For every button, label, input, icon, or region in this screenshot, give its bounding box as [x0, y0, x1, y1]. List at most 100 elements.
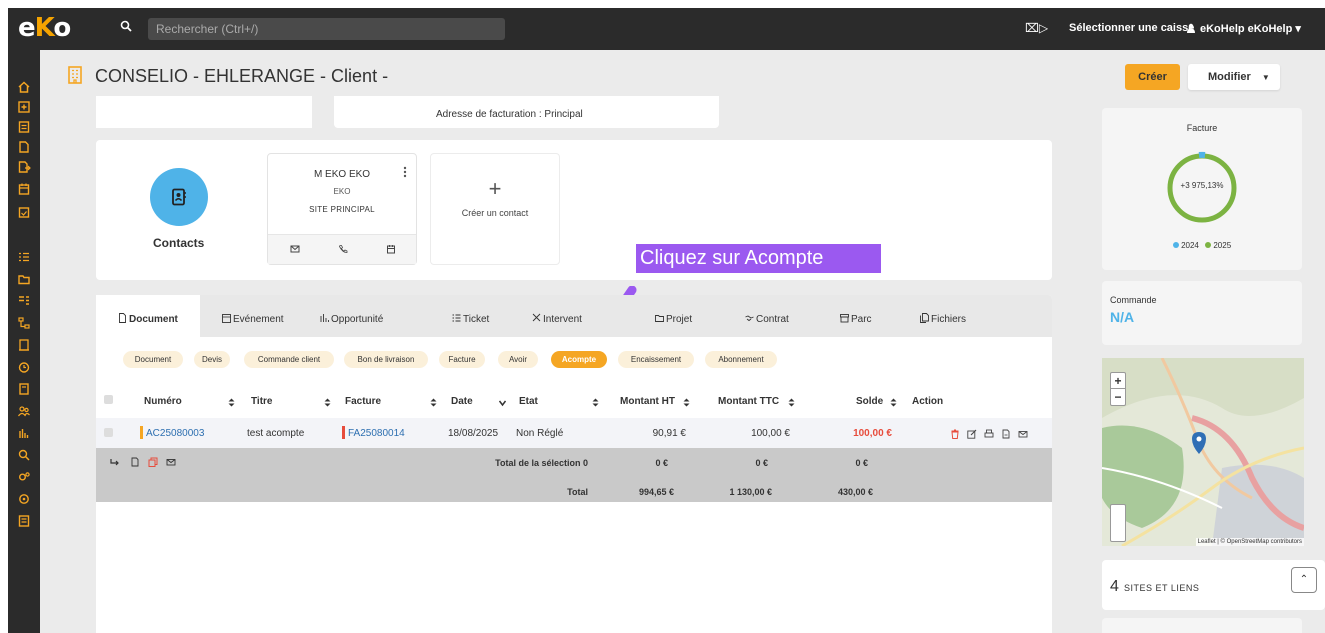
pdf-icon[interactable] [130, 457, 140, 467]
create-button[interactable]: Créer [1125, 64, 1180, 90]
scroll-up-button[interactable]: ⌃ [1291, 567, 1317, 593]
filter-document[interactable]: Document [123, 351, 183, 368]
filter-facture[interactable]: Facture [439, 351, 485, 368]
print-icon[interactable] [984, 429, 994, 439]
mail-icon[interactable] [166, 457, 176, 467]
calculator-icon[interactable] [17, 382, 31, 396]
cash-register-icon[interactable]: ⌧▷ [1025, 21, 1048, 35]
filter-acompte[interactable]: Acompte [551, 351, 607, 368]
folder-icon[interactable] [17, 272, 31, 286]
tab-fichiers[interactable]: Fichiers [920, 295, 990, 337]
top-bar: eKo Rechercher (Ctrl+/) ⌧▷ Sélectionner … [8, 8, 1325, 50]
app-logo[interactable]: eKo [18, 13, 71, 43]
search-icon[interactable] [120, 20, 132, 32]
col-date[interactable]: Date [451, 396, 473, 407]
list-box-icon[interactable] [17, 120, 31, 134]
tab-projet[interactable]: Projet [655, 295, 725, 337]
team-icon[interactable] [17, 404, 31, 418]
tab-intervention[interactable]: Intervent [532, 295, 602, 337]
tab-document-label: Document [129, 314, 178, 325]
calendar-icon[interactable] [386, 244, 396, 254]
create-contact-card[interactable]: + Créer un contact [430, 153, 560, 265]
sort-icon[interactable] [324, 398, 331, 407]
col-titre[interactable]: Titre [251, 396, 273, 407]
sort-icon[interactable] [788, 398, 795, 407]
filter-abonnement[interactable]: Abonnement [705, 351, 777, 368]
gear-icon[interactable] [17, 492, 31, 506]
tab-ticket[interactable]: Ticket [452, 295, 522, 337]
legend-2025: 2025 [1213, 241, 1232, 250]
row-numero-link[interactable]: AC25080003 [146, 428, 204, 439]
sort-icon[interactable] [592, 398, 599, 407]
tab-opportunite[interactable]: Opportunité [320, 295, 420, 337]
row-checkbox[interactable] [104, 428, 113, 437]
table-row[interactable] [96, 418, 1052, 448]
col-numero[interactable]: Numéro [144, 396, 182, 407]
sort-icon[interactable] [228, 398, 235, 407]
pdf-icon[interactable] [1001, 429, 1011, 439]
select-all-checkbox[interactable] [104, 395, 113, 404]
map-layer-button[interactable] [1110, 504, 1126, 542]
filter-bon-de-livraison[interactable]: Bon de livraison [344, 351, 428, 368]
edit-icon[interactable] [967, 429, 977, 439]
building-icon[interactable] [17, 338, 31, 352]
add-box-icon[interactable] [17, 100, 31, 114]
contact-card[interactable]: M EKO EKO EKO SITE PRINCIPAL [267, 153, 417, 265]
user-menu[interactable]: eKoHelp eKoHelp ▾ [1186, 22, 1301, 35]
facture-growth-value: +3 975,13% [1180, 181, 1224, 190]
phone-icon[interactable] [338, 244, 348, 254]
tab-contrat[interactable]: Contrat [745, 295, 815, 337]
calendar-icon[interactable] [17, 182, 31, 196]
tab-evenement[interactable]: Evénement [222, 295, 312, 337]
stats-icon[interactable] [17, 426, 31, 440]
col-montant-ttc[interactable]: Montant TTC [718, 396, 779, 407]
zoom-in-button[interactable]: + [1111, 373, 1125, 389]
map-attribution[interactable]: Leaflet | © OpenStreetMap contributors [1195, 538, 1304, 546]
filter-devis[interactable]: Devis [194, 351, 230, 368]
delete-icon[interactable] [950, 429, 960, 439]
facture-widget: Facture +3 975,13% 2024 2025 [1102, 108, 1302, 270]
hierarchy-icon[interactable] [17, 316, 31, 330]
building-icon [68, 66, 82, 84]
tab-document[interactable]: Document [96, 295, 200, 337]
row-facture-link[interactable]: FA25080014 [348, 428, 405, 439]
bulk-action-icon[interactable] [110, 457, 120, 467]
map-zoom-controls[interactable]: + − [1110, 372, 1126, 406]
select-caisse-button[interactable]: Sélectionner une caisse [1069, 22, 1194, 34]
sort-icon[interactable] [430, 398, 437, 407]
search-nav-icon[interactable] [17, 448, 31, 462]
tab-parc[interactable]: Parc [840, 295, 900, 337]
home-icon[interactable] [17, 80, 31, 94]
mail-icon[interactable] [1018, 429, 1028, 439]
more-options-icon[interactable] [403, 166, 407, 178]
sort-desc-icon[interactable] [499, 399, 506, 408]
row-solde: 100,00 € [853, 428, 892, 439]
col-facture[interactable]: Facture [345, 396, 381, 407]
filter-avoir[interactable]: Avoir [498, 351, 538, 368]
sort-icon[interactable] [890, 398, 897, 407]
location-map[interactable]: + − Leaflet | © OpenStreetMap contributo… [1102, 358, 1304, 546]
checklist-icon[interactable] [17, 250, 31, 264]
zoom-out-button[interactable]: − [1111, 389, 1125, 405]
filter-encaissement[interactable]: Encaissement [618, 351, 694, 368]
create-contact-label: Créer un contact [461, 208, 529, 218]
total-ttc: 1 130,00 € [729, 487, 772, 497]
copy-icon[interactable] [148, 457, 158, 467]
clock-icon[interactable] [17, 360, 31, 374]
status-flag [140, 426, 143, 439]
user-name: eKoHelp eKoHelp ▾ [1200, 23, 1301, 35]
col-solde[interactable]: Solde [856, 396, 883, 407]
col-etat[interactable]: Etat [519, 396, 538, 407]
col-montant-ht[interactable]: Montant HT [620, 396, 675, 407]
mail-icon[interactable] [290, 244, 300, 254]
tasks-icon[interactable] [17, 294, 31, 308]
settings-icon[interactable] [17, 470, 31, 484]
calendar-check-icon[interactable] [17, 205, 31, 219]
file-export-icon[interactable] [17, 160, 31, 174]
modify-button[interactable]: Modifier ▼ [1188, 64, 1280, 90]
file-icon[interactable] [17, 140, 31, 154]
register-icon[interactable] [17, 514, 31, 528]
sort-icon[interactable] [683, 398, 690, 407]
search-input[interactable]: Rechercher (Ctrl+/) [148, 18, 505, 40]
filter-commande-client[interactable]: Commande client [244, 351, 334, 368]
